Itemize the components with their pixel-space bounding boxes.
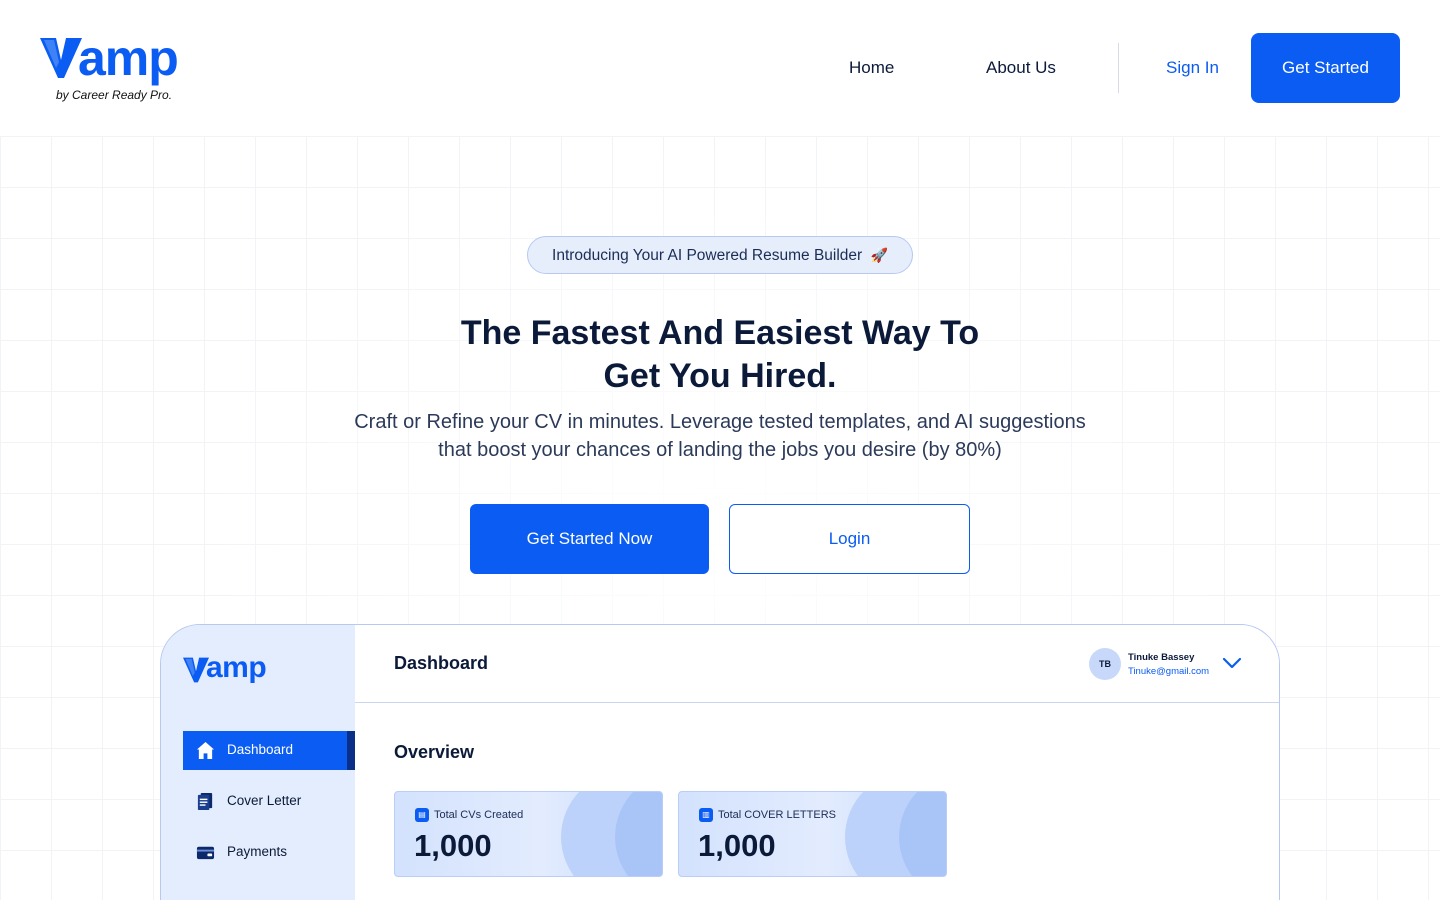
brand-logo[interactable]: amp by Career Ready Pro. (40, 30, 200, 106)
stat-label: Total CVs Created (434, 809, 524, 821)
hero-title: The Fastest And Easiest Way To Get You H… (420, 312, 1020, 398)
preview-sidebar-label: Cover Letter (227, 793, 302, 808)
avatar[interactable]: TB (1089, 648, 1121, 680)
dashboard-preview: amp Dashboard Cover Letter Payments Dash… (160, 624, 1280, 900)
nav-about-link[interactable]: About Us (986, 56, 1056, 80)
preview-sidebar-label: Dashboard (227, 742, 294, 757)
site-header: amp by Career Ready Pro. Home About Us S… (0, 0, 1440, 136)
hero-title-line-1: The Fastest And Easiest Way To (460, 314, 980, 352)
logo-wordmark: amp (78, 30, 179, 86)
preview-section-title: Overview (394, 742, 475, 762)
preview-sidebar: amp Dashboard Cover Letter Payments (161, 625, 355, 900)
preview-sidebar-item-dashboard[interactable]: Dashboard (183, 731, 355, 770)
preview-sidebar-item-payments[interactable]: Payments (183, 833, 355, 872)
wallet-icon (196, 846, 215, 860)
stat-card-cvs: ▤ Total CVs Created 1,000 (394, 791, 663, 877)
home-icon (196, 741, 215, 760)
login-button[interactable]: Login (729, 504, 970, 574)
stat-label: Total COVER LETTERS (718, 809, 836, 821)
get-started-now-button[interactable]: Get Started Now (470, 504, 709, 574)
stat-card-cover-letters: ▥ Total COVER LETTERS 1,000 (678, 791, 947, 877)
stat-value: 1,000 (414, 828, 492, 863)
preview-page-title: Dashboard (394, 653, 489, 673)
rocket-icon: 🚀 (870, 247, 888, 263)
get-started-button[interactable]: Get Started (1251, 33, 1400, 103)
logo-tagline: by Career Ready Pro. (56, 88, 173, 102)
hero-title-line-2: Get You Hired. (603, 357, 837, 395)
stat-value: 1,000 (698, 828, 776, 863)
nav-home-link[interactable]: Home (849, 56, 894, 80)
chevron-down-icon[interactable] (1221, 654, 1243, 672)
sign-in-link[interactable]: Sign In (1166, 56, 1219, 80)
preview-user-email: Tinuke@gmail.com (1128, 666, 1210, 677)
cv-icon: ▤ (415, 808, 429, 822)
preview-user-name: Tinuke Bassey (1128, 652, 1195, 663)
preview-sidebar-item-cover-letter[interactable]: Cover Letter (183, 782, 355, 821)
document-icon (197, 792, 213, 811)
preview-sidebar-label: Payments (227, 844, 288, 859)
file-icon: ▥ (699, 808, 713, 822)
logo-v-mark-icon (40, 38, 82, 78)
preview-topbar: Dashboard TB Tinuke Bassey Tinuke@gmail.… (355, 625, 1279, 703)
nav-divider (1118, 43, 1119, 93)
preview-logo-wordmark: amp (206, 651, 267, 684)
preview-logo: amp (183, 651, 283, 689)
hero-subtitle: Craft or Refine your CV in minutes. Leve… (320, 408, 1120, 464)
hero-subtitle-line-1: Craft or Refine your CV in minutes. Leve… (354, 411, 1086, 433)
announcement-text: Introducing Your AI Powered Resume Build… (552, 247, 863, 264)
announcement-pill: Introducing Your AI Powered Resume Build… (527, 236, 913, 274)
hero-subtitle-line-2: that boost your chances of landing the j… (438, 439, 1002, 461)
